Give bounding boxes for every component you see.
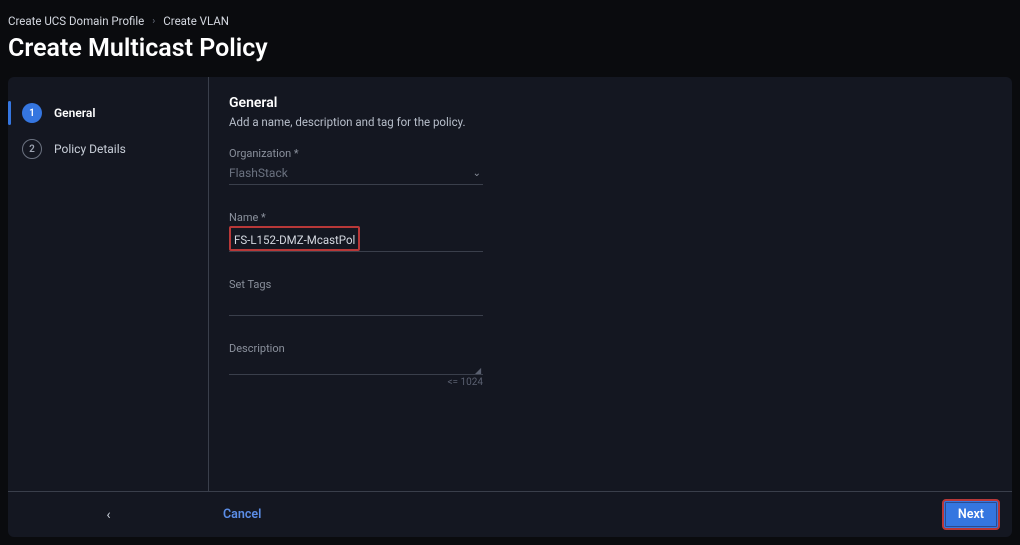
next-button[interactable]: Next (942, 499, 1000, 530)
description-label: Description (229, 342, 992, 355)
form-pane: General Add a name, description and tag … (209, 77, 1012, 491)
organization-value: FlashStack (229, 166, 288, 180)
name-input[interactable]: FS-L152-DMZ-McastPol (229, 226, 483, 252)
name-label: Name * (229, 211, 483, 224)
resize-handle-icon[interactable]: ◢ (475, 366, 483, 374)
form-section-title: General (229, 95, 992, 111)
cancel-button[interactable]: Cancel (223, 507, 261, 522)
chevron-down-icon: ⌄ (473, 168, 481, 179)
wizard-body: 1 General 2 Policy Details General Add a… (8, 77, 1012, 491)
tags-input[interactable] (229, 293, 483, 316)
name-highlight: FS-L152-DMZ-McastPol (229, 226, 360, 251)
wizard-sidebar: 1 General 2 Policy Details (8, 77, 209, 491)
wizard-footer: ‹ Cancel Next (8, 491, 1012, 537)
name-field: Name * FS-L152-DMZ-McastPol (229, 211, 483, 252)
step-general[interactable]: 1 General (8, 95, 208, 131)
organization-field: Organization * FlashStack ⌄ (229, 147, 483, 185)
chevron-right-icon: › (152, 16, 155, 27)
step-label: General (54, 106, 95, 120)
page-title: Create Multicast Policy (0, 32, 1020, 77)
tags-field: Set Tags (229, 278, 483, 316)
organization-select[interactable]: FlashStack ⌄ (229, 162, 483, 185)
step-number-icon: 2 (22, 139, 42, 159)
breadcrumb: Create UCS Domain Profile › Create VLAN (0, 0, 1020, 32)
step-number-icon: 1 (22, 103, 42, 123)
breadcrumb-parent[interactable]: Create UCS Domain Profile (8, 14, 144, 28)
chevron-left-icon: ‹ (106, 507, 110, 523)
organization-label: Organization * (229, 147, 483, 160)
step-label: Policy Details (54, 142, 126, 156)
back-button[interactable]: ‹ (8, 507, 209, 523)
breadcrumb-current: Create VLAN (163, 14, 229, 28)
tags-label: Set Tags (229, 278, 483, 291)
name-value: FS-L152-DMZ-McastPol (234, 233, 355, 249)
description-field: Description ◢ <= 1024 (229, 342, 992, 388)
wizard-container: 1 General 2 Policy Details General Add a… (8, 77, 1012, 537)
description-input[interactable]: ◢ (229, 357, 483, 375)
footer-actions: Cancel Next (209, 499, 1012, 530)
step-policy-details[interactable]: 2 Policy Details (8, 131, 208, 167)
form-section-subtitle: Add a name, description and tag for the … (229, 115, 992, 129)
description-counter: <= 1024 (229, 377, 483, 388)
